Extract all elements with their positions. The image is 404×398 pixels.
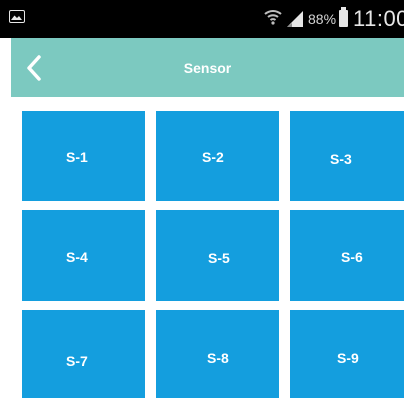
image-icon xyxy=(9,10,25,23)
battery-icon xyxy=(339,7,348,27)
sensor-label: S-8 xyxy=(207,350,229,366)
wifi-icon xyxy=(264,10,282,25)
sensor-label: S-3 xyxy=(330,151,352,167)
sensor-tile-9[interactable]: S-9 xyxy=(290,310,404,398)
sensor-label: S-6 xyxy=(341,249,363,265)
sensor-label: S-7 xyxy=(66,353,88,369)
signal-icon xyxy=(287,11,303,27)
sensor-tile-3[interactable]: S-3 xyxy=(290,111,404,201)
sensor-label: S-5 xyxy=(208,250,230,266)
sensor-tile-5[interactable]: S-5 xyxy=(156,210,279,301)
sensor-tile-6[interactable]: S-6 xyxy=(290,210,404,301)
sensor-tile-8[interactable]: S-8 xyxy=(156,310,279,398)
sensor-label: S-1 xyxy=(66,149,88,165)
sensor-tile-7[interactable]: S-7 xyxy=(22,310,145,398)
page-title: Sensor xyxy=(183,60,232,76)
sensor-tile-2[interactable]: S-2 xyxy=(156,111,279,201)
sensor-tile-1[interactable]: S-1 xyxy=(22,111,145,201)
sensor-tile-4[interactable]: S-4 xyxy=(22,210,145,301)
sensor-label: S-9 xyxy=(337,350,359,366)
status-bar: 88% 11:00 xyxy=(0,0,404,38)
sensor-label: S-4 xyxy=(66,249,88,265)
app-bar: Sensor xyxy=(11,38,404,97)
clock: 11:00 xyxy=(353,6,404,31)
battery-percent: 88% xyxy=(308,11,337,27)
sensor-label: S-2 xyxy=(202,149,224,165)
